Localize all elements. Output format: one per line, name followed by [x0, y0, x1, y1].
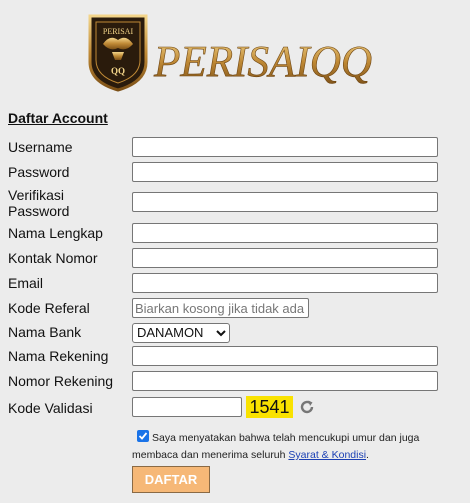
account-number-input[interactable] [132, 371, 438, 391]
agreement-text: Saya menyatakan bahwa telah mencukupi um… [132, 430, 442, 464]
brand-logo: PERISAI QQ PERISAIQQ [86, 10, 376, 92]
agreement-body: Saya menyatakan bahwa telah mencukupi um… [132, 432, 420, 461]
account-number-label: Nomor Rekening [8, 373, 114, 389]
captcha-code: 1541 [246, 396, 293, 418]
captcha-input[interactable] [132, 397, 242, 417]
email-input[interactable] [132, 273, 438, 293]
agreement-end: . [366, 449, 369, 461]
refresh-icon[interactable] [298, 398, 316, 416]
badge-top-text: PERISAI [103, 27, 134, 36]
bank-select-value: DANAMON [137, 325, 204, 340]
bank-label: Nama Bank [8, 324, 82, 340]
captcha-label: Kode Validasi [8, 400, 93, 416]
agree-checkbox[interactable] [137, 430, 149, 442]
terms-link[interactable]: Syarat & Kondisi [288, 449, 366, 461]
chevron-down-icon [216, 324, 226, 348]
password-label: Password [8, 164, 70, 180]
account-name-label: Nama Rekening [8, 348, 109, 364]
full-name-input[interactable] [132, 223, 438, 243]
referral-input[interactable] [132, 298, 309, 318]
username-input[interactable] [132, 137, 438, 157]
verify-password-label: Verifikasi Password [8, 187, 70, 219]
check-icon [138, 432, 148, 440]
email-label: Email [8, 275, 44, 291]
referral-label: Kode Referal [8, 300, 90, 316]
full-name-label: Nama Lengkap [8, 225, 103, 241]
account-name-input[interactable] [132, 346, 438, 366]
phone-input[interactable] [132, 248, 438, 268]
username-label: Username [8, 139, 73, 155]
bank-select[interactable]: DANAMON [132, 323, 230, 343]
register-button[interactable]: DAFTAR [132, 466, 210, 493]
badge-bottom-text: QQ [111, 66, 125, 76]
form-title: Daftar Account [8, 110, 108, 126]
phone-label: Kontak Nomor [8, 250, 98, 266]
verify-password-input[interactable] [132, 192, 438, 212]
logo-wordmark: PERISAIQQ [153, 37, 372, 86]
password-input[interactable] [132, 162, 438, 182]
